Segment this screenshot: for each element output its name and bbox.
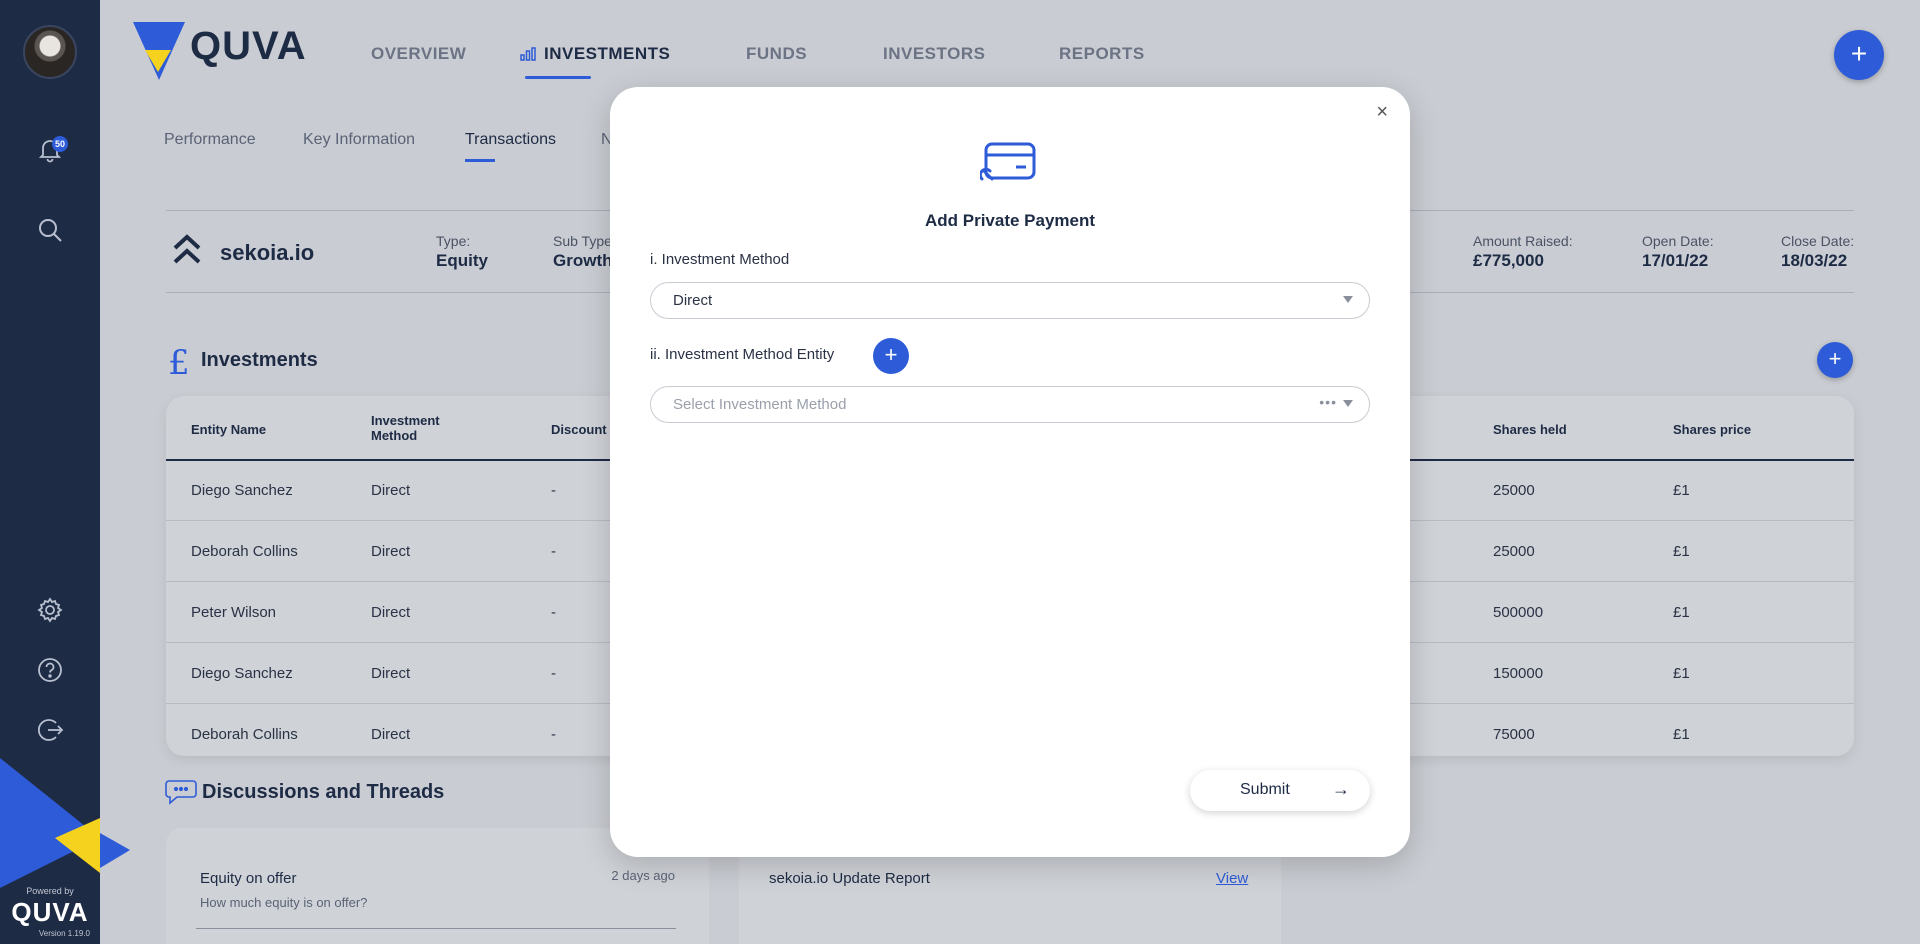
notification-badge: 50 <box>52 136 68 152</box>
double-chevron-up-icon <box>173 234 201 264</box>
tab-active-indicator <box>465 159 495 162</box>
add-investment-button[interactable]: + <box>1817 342 1853 378</box>
nav-overview[interactable]: OVERVIEW <box>371 44 466 64</box>
investment-method-entity-select[interactable]: Select Investment Method ••• <box>650 386 1370 423</box>
nav-active-indicator <box>525 76 591 79</box>
sidebar: 50 Powered by QUVA Version 1.19.0 <box>0 0 130 944</box>
logo-text[interactable]: QUVA <box>190 24 307 69</box>
credit-card-icon <box>980 142 1036 181</box>
column-header[interactable]: Investment Method <box>371 413 461 443</box>
add-private-payment-modal: × Add Private Payment i. Investment Meth… <box>610 87 1410 857</box>
modal-title: Add Private Payment <box>924 211 1096 230</box>
close-icon[interactable]: × <box>1376 101 1388 124</box>
cell-entity: Peter Wilson <box>191 604 277 621</box>
column-header[interactable]: Discount <box>551 422 607 437</box>
cell-method: Direct <box>371 482 411 499</box>
chevron-down-icon <box>1343 400 1353 407</box>
cell-shares-held: 25000 <box>1493 482 1535 499</box>
add-entity-button[interactable]: + <box>873 338 909 374</box>
gear-icon[interactable] <box>36 596 64 624</box>
column-header[interactable]: Shares held <box>1493 422 1567 437</box>
column-header[interactable]: Entity Name <box>191 422 266 437</box>
cell-shares-held: 75000 <box>1493 726 1535 743</box>
cell-shares-held: 500000 <box>1493 604 1544 621</box>
company-name: sekoia.io <box>220 240 315 265</box>
subtype-value: Growth <box>553 251 613 270</box>
nav-funds[interactable]: FUNDS <box>746 44 807 64</box>
version-label: Version 1.19.0 <box>38 929 90 938</box>
cell-shares-held: 25000 <box>1493 543 1535 560</box>
quva-logo-icon <box>133 22 185 80</box>
cell-entity: Deborah Collins <box>191 726 298 743</box>
investment-method-label: i. Investment Method <box>650 251 790 268</box>
pound-icon: £ <box>168 343 190 383</box>
submit-button[interactable]: Submit → <box>1190 770 1370 811</box>
investments-title: Investments <box>201 349 318 371</box>
cell-discount: - <box>551 543 556 560</box>
cell-entity: Diego Sanchez <box>191 665 293 682</box>
nav-investments[interactable]: INVESTMENTS <box>544 44 670 64</box>
chart-icon <box>520 47 536 61</box>
amount-raised-label: Amount Raised: <box>1473 233 1573 249</box>
brand-triangle-logo <box>0 758 130 888</box>
amount-raised-value: £775,000 <box>1473 251 1544 270</box>
cell-method: Direct <box>371 665 411 682</box>
cell-discount: - <box>551 726 556 743</box>
submit-label: Submit <box>1240 781 1290 798</box>
cell-method: Direct <box>371 543 411 560</box>
powered-by-label: Powered by <box>26 886 74 896</box>
cell-shares-price: £1 <box>1673 543 1690 560</box>
open-date-label: Open Date: <box>1642 233 1714 249</box>
cell-entity: Diego Sanchez <box>191 482 293 499</box>
cell-shares-held: 150000 <box>1493 665 1544 682</box>
thread-title: Equity on offer <box>200 870 297 887</box>
chevron-down-icon <box>1343 296 1353 303</box>
report-view-link[interactable]: View <box>1216 870 1248 887</box>
cell-discount: - <box>551 665 556 682</box>
close-date-label: Close Date: <box>1781 233 1855 249</box>
nav-reports[interactable]: REPORTS <box>1059 44 1145 64</box>
tab-transactions[interactable]: Transactions <box>465 131 556 149</box>
select-value: Direct <box>673 292 713 309</box>
cell-method: Direct <box>371 604 411 621</box>
arrow-right-icon: → <box>1332 779 1350 799</box>
search-icon[interactable] <box>36 216 64 244</box>
loading-dots-icon: ••• <box>1319 394 1337 410</box>
help-icon[interactable] <box>36 656 64 684</box>
column-header[interactable]: Shares price <box>1673 422 1751 437</box>
investment-method-entity-label: ii. Investment Method Entity <box>650 346 835 363</box>
nav-investors[interactable]: INVESTORS <box>883 44 985 64</box>
cell-method: Direct <box>371 726 411 743</box>
discussions-title: Discussions and Threads <box>202 781 445 803</box>
thread-time: 2 days ago <box>611 868 675 883</box>
open-date-value: 17/01/22 <box>1642 251 1709 270</box>
cell-shares-price: £1 <box>1673 665 1690 682</box>
subtype-label: Sub Type <box>553 233 612 249</box>
tab-key-information[interactable]: Key Information <box>303 131 415 149</box>
user-avatar[interactable] <box>23 25 77 79</box>
logout-icon[interactable] <box>36 716 64 744</box>
brand-logo-text: QUVA <box>11 897 89 927</box>
tab-performance[interactable]: Performance <box>164 131 256 149</box>
close-date-value: 18/03/22 <box>1781 251 1848 270</box>
type-value: Equity <box>436 251 488 270</box>
select-placeholder: Select Investment Method <box>673 396 847 413</box>
cell-shares-price: £1 <box>1673 726 1690 743</box>
type-label: Type: <box>436 233 471 249</box>
cell-shares-price: £1 <box>1673 482 1690 499</box>
chat-bubble-icon <box>165 780 197 805</box>
divider <box>196 928 676 929</box>
cell-entity: Deborah Collins <box>191 543 298 560</box>
global-add-button[interactable]: + <box>1834 30 1884 80</box>
cell-discount: - <box>551 604 556 621</box>
cell-shares-price: £1 <box>1673 604 1690 621</box>
cell-discount: - <box>551 482 556 499</box>
report-title: sekoia.io Update Report <box>769 870 930 887</box>
investment-method-select[interactable]: Direct <box>650 282 1370 319</box>
thread-subtitle: How much equity is on offer? <box>200 895 368 910</box>
